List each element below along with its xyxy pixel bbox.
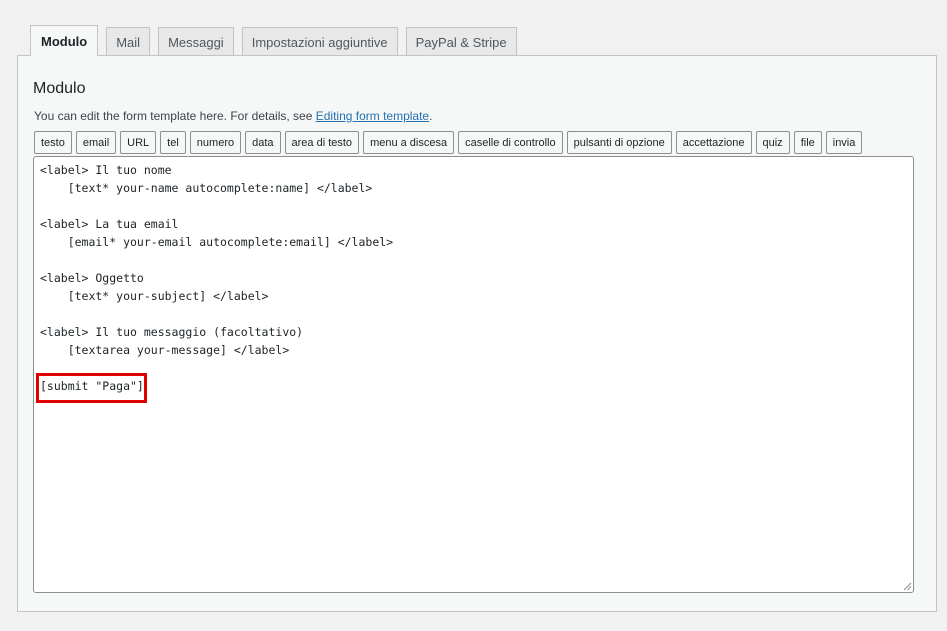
tab-paypal-stripe[interactable]: PayPal & Stripe: [405, 27, 517, 56]
tab-messaggi[interactable]: Messaggi: [158, 27, 234, 56]
form-panel: Modulo You can edit the form template he…: [17, 55, 937, 612]
description-suffix: .: [429, 109, 433, 123]
tag-button-file[interactable]: file: [793, 131, 822, 154]
description-text: You can edit the form template here. For…: [34, 109, 316, 123]
panel-description: You can edit the form template here. For…: [34, 109, 432, 123]
tag-button-pulsanti-di-opzione[interactable]: pulsanti di opzione: [566, 131, 672, 154]
tab-impostazioni-aggiuntive[interactable]: Impostazioni aggiuntive: [241, 27, 398, 56]
tag-button-email[interactable]: email: [75, 131, 117, 154]
tag-button-accettazione[interactable]: accettazione: [675, 131, 752, 154]
tab-bar: Modulo Mail Messaggi Impostazioni aggiun…: [30, 25, 525, 56]
tag-button-quiz[interactable]: quiz: [755, 131, 790, 154]
tag-button-caselle-di-controllo[interactable]: caselle di controllo: [458, 131, 563, 154]
tab-mail[interactable]: Mail: [106, 27, 151, 56]
tag-button-testo[interactable]: testo: [34, 131, 72, 154]
tag-button-tel[interactable]: tel: [160, 131, 186, 154]
editing-form-template-link[interactable]: Editing form template: [316, 109, 429, 123]
tag-button-menu-a-discesa[interactable]: menu a discesa: [363, 131, 455, 154]
form-editor-screen: Modulo Mail Messaggi Impostazioni aggiun…: [0, 0, 947, 631]
tag-generator-list: testo email URL tel numero data area di …: [34, 131, 866, 154]
tag-button-numero[interactable]: numero: [189, 131, 242, 154]
submit-highlight-box: [36, 373, 147, 403]
form-template-code: <label> Il tuo nome [text* your-name aut…: [40, 163, 394, 393]
resize-grip-icon[interactable]: [903, 582, 912, 591]
tab-modulo[interactable]: Modulo: [30, 25, 99, 56]
tag-button-invia[interactable]: invia: [825, 131, 863, 154]
tag-button-data[interactable]: data: [245, 131, 281, 154]
panel-title: Modulo: [33, 80, 86, 97]
tag-button-url[interactable]: URL: [120, 131, 157, 154]
tag-button-area-di-testo[interactable]: area di testo: [284, 131, 360, 154]
form-template-textarea[interactable]: <label> Il tuo nome [text* your-name aut…: [33, 156, 914, 593]
